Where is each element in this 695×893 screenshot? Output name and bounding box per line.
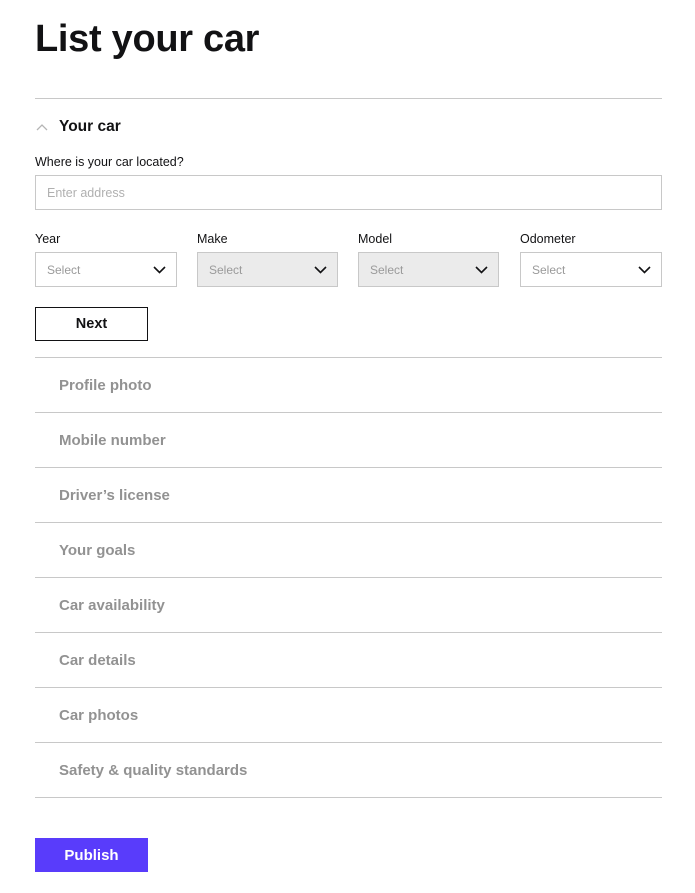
model-label: Model	[358, 232, 393, 246]
step-label: Profile photo	[59, 377, 152, 394]
divider	[35, 98, 662, 99]
address-label: Where is your car located?	[35, 155, 184, 169]
step-drivers-license[interactable]: Driver’s license	[35, 468, 662, 523]
publish-button[interactable]: Publish	[35, 838, 148, 872]
section-your-car-header[interactable]: Your car	[35, 116, 121, 138]
chevron-up-icon	[35, 120, 49, 134]
step-car-availability[interactable]: Car availability	[35, 578, 662, 633]
step-your-goals[interactable]: Your goals	[35, 523, 662, 578]
step-label: Driver’s license	[59, 487, 170, 504]
model-select[interactable]: Select	[358, 252, 499, 287]
step-label: Your goals	[59, 542, 136, 559]
step-profile-photo[interactable]: Profile photo	[35, 358, 662, 413]
step-car-details[interactable]: Car details	[35, 633, 662, 688]
year-label: Year	[35, 232, 61, 246]
step-label: Safety & quality standards	[59, 762, 248, 779]
page-title: List your car	[35, 18, 260, 60]
step-label: Car photos	[59, 707, 139, 724]
section-title: Your car	[59, 118, 121, 135]
step-label: Car availability	[59, 597, 165, 614]
year-select-value: Select	[47, 262, 81, 277]
step-label: Car details	[59, 652, 136, 669]
step-mobile-number[interactable]: Mobile number	[35, 413, 662, 468]
step-car-photos[interactable]: Car photos	[35, 688, 662, 743]
chevron-down-icon	[637, 263, 651, 277]
model-select-value: Select	[370, 262, 404, 277]
odometer-select-value: Select	[532, 262, 566, 277]
address-input[interactable]	[35, 175, 662, 210]
make-label: Make	[197, 232, 228, 246]
chevron-down-icon	[313, 263, 327, 277]
year-select[interactable]: Select	[35, 252, 177, 287]
make-select-value: Select	[209, 262, 243, 277]
step-label: Mobile number	[59, 432, 166, 449]
step-safety-quality-standards[interactable]: Safety & quality standards	[35, 743, 662, 798]
chevron-down-icon	[152, 263, 166, 277]
odometer-label: Odometer	[520, 232, 576, 246]
next-button[interactable]: Next	[35, 307, 148, 341]
make-select[interactable]: Select	[197, 252, 338, 287]
odometer-select[interactable]: Select	[520, 252, 662, 287]
chevron-down-icon	[474, 263, 488, 277]
divider	[35, 797, 662, 798]
